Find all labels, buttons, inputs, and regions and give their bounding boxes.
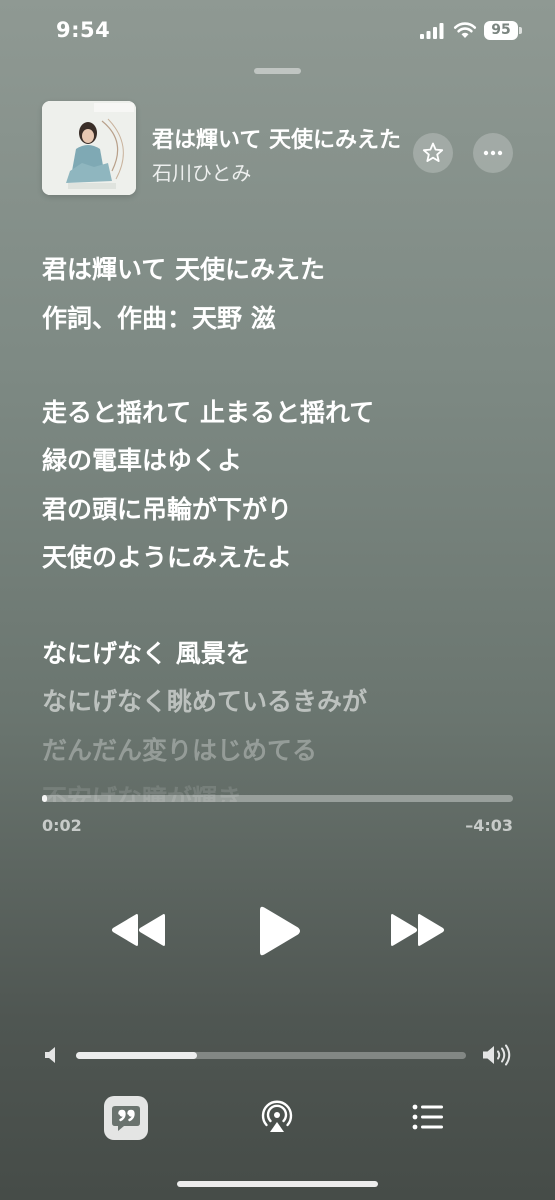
lyric-line[interactable]: なにげなく眺めているきみが <box>42 682 367 718</box>
volume-slider-fill <box>76 1052 197 1059</box>
queue-icon[interactable] <box>412 1104 444 1130</box>
play-icon[interactable] <box>256 905 302 957</box>
lyric-line[interactable]: 作詞、作曲：天野 滋 <box>42 299 276 335</box>
status-time: 9:54 <box>56 18 111 42</box>
lyric-line[interactable]: 君は輝いて 天使にみえた <box>42 250 325 286</box>
lyric-line[interactable]: 天使のようにみえたよ <box>42 538 292 574</box>
lyric-line[interactable]: 君の頭に吊輪が下がり <box>42 490 292 526</box>
battery-icon: 95 <box>484 21 518 40</box>
signal-icon <box>420 23 444 39</box>
fast-forward-icon[interactable] <box>388 912 446 948</box>
lyric-line[interactable]: だんだん変りはじめてる <box>42 731 317 767</box>
status-bar: 9:54 95 <box>0 0 555 62</box>
song-title[interactable]: 君は輝いて 天使にみえた <box>152 122 410 154</box>
airplay-icon[interactable] <box>260 1100 294 1134</box>
playback-progress-fill <box>42 795 47 802</box>
more-icon <box>483 150 503 156</box>
album-artwork-image <box>42 101 136 195</box>
remaining-time: –4:03 <box>465 816 513 835</box>
wifi-icon <box>453 22 477 38</box>
rewind-icon[interactable] <box>110 912 168 948</box>
lyric-line[interactable]: 緑の電車はゆくよ <box>42 441 242 477</box>
lyrics-button[interactable] <box>104 1096 148 1140</box>
battery-tip <box>519 27 522 34</box>
volume-slider[interactable] <box>76 1052 466 1059</box>
lyrics-icon <box>112 1106 140 1131</box>
lyrics-view[interactable]: 君は輝いて 天使にみえた 作詞、作曲：天野 滋 走ると揺れて 止まると揺れて 緑… <box>42 242 522 802</box>
star-icon <box>422 142 444 162</box>
elapsed-time: 0:02 <box>42 816 82 835</box>
volume-high-icon <box>483 1044 511 1066</box>
lyric-line[interactable]: なにげなく 風景を <box>42 634 251 670</box>
album-artwork[interactable] <box>42 101 136 195</box>
favorite-button[interactable] <box>413 133 453 173</box>
sheet-grabber[interactable] <box>254 68 301 74</box>
lyric-line[interactable]: 走ると揺れて 止まると揺れて <box>42 393 374 429</box>
artist-name[interactable]: 石川ひとみ <box>152 157 251 186</box>
more-button[interactable] <box>473 133 513 173</box>
home-indicator[interactable] <box>177 1181 378 1187</box>
volume-low-icon <box>45 1047 55 1063</box>
playback-scrubber[interactable] <box>42 795 513 802</box>
